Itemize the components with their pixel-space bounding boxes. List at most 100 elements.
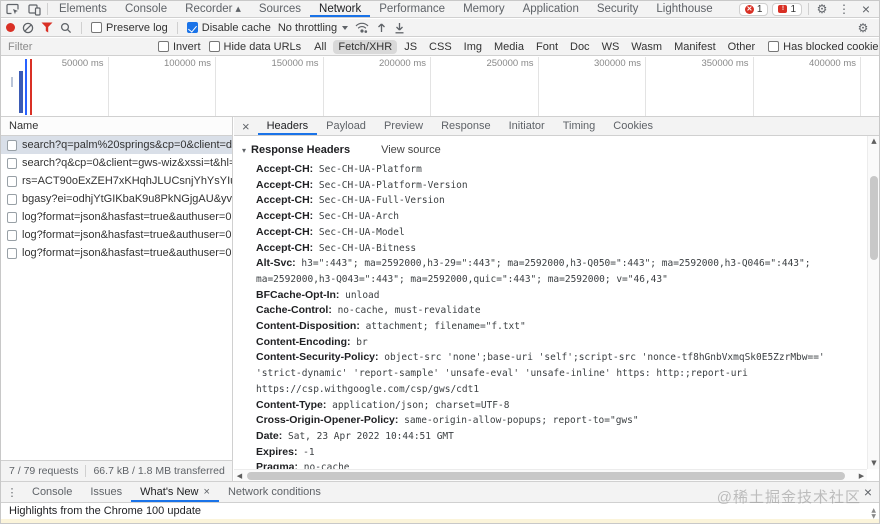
filter-type-all[interactable]: All: [309, 40, 331, 54]
filter-type-ws[interactable]: WS: [597, 40, 625, 54]
tab-elements[interactable]: Elements: [50, 1, 116, 17]
error-badge[interactable]: ✕ 1: [739, 3, 769, 16]
vertical-scrollbar-thumb[interactable]: [870, 176, 878, 260]
scroll-down-icon[interactable]: ▼: [868, 458, 880, 469]
issues-badge[interactable]: ! 1: [772, 3, 802, 16]
details-tab-payload[interactable]: Payload: [317, 117, 375, 135]
preserve-log-checkbox[interactable]: Preserve log: [91, 22, 168, 34]
details-tab-preview[interactable]: Preview: [375, 117, 432, 135]
filter-type-fetch-xhr[interactable]: Fetch/XHR: [333, 40, 397, 54]
timeline-tick: 100000 ms: [109, 57, 217, 116]
tab-application[interactable]: Application: [514, 1, 588, 17]
tab-label: Performance: [379, 3, 445, 15]
error-icon: ✕: [745, 5, 754, 14]
table-row[interactable]: search?q&cp=0&client=gws-wiz&xssi=t&hl=e…: [1, 154, 232, 172]
details-tab-response[interactable]: Response: [432, 117, 500, 135]
kebab-menu-icon[interactable]: ⋮: [833, 1, 855, 17]
disable-cache-checkbox[interactable]: Disable cache: [187, 22, 271, 34]
tab-sources[interactable]: Sources: [250, 1, 310, 17]
header-value: attachment; filename="f.txt": [366, 321, 526, 332]
header-name: Content-Disposition:: [256, 320, 360, 332]
header-name: Accept-CH:: [256, 163, 313, 175]
drawer-tab-issues[interactable]: Issues: [81, 482, 131, 502]
issues-icon: !: [778, 5, 787, 13]
drawer-tab-what-s-new[interactable]: What's New×: [131, 482, 219, 502]
timeline-tick: 200000 ms: [324, 57, 432, 116]
timeline-tick: 400000 ms: [754, 57, 862, 116]
filter-type-media[interactable]: Media: [489, 40, 529, 54]
header-name: Date:: [256, 430, 282, 442]
network-conditions-icon[interactable]: [355, 22, 369, 34]
close-devtools-icon[interactable]: ×: [855, 1, 877, 17]
import-har-icon[interactable]: [376, 22, 387, 34]
collapse-triangle-icon[interactable]: ▾: [242, 146, 246, 155]
table-row[interactable]: log?format=json&hasfast=true&authuser=0: [1, 208, 232, 226]
close-details-icon[interactable]: ×: [234, 119, 258, 134]
record-network-log-icon[interactable]: [6, 23, 15, 32]
dom-content-loaded-marker: [25, 59, 27, 115]
horizontal-scrollbar[interactable]: ◀ ▶: [234, 469, 867, 481]
filter-type-manifest[interactable]: Manifest: [669, 40, 721, 54]
export-har-icon[interactable]: [394, 22, 405, 34]
name-column-header[interactable]: Name: [1, 117, 232, 136]
response-header-row: Accept-CH: Sec-CH-UA-Model: [256, 225, 861, 241]
filter-type-other[interactable]: Other: [723, 40, 761, 54]
request-name: rs=ACT90oExZEH7xKHqhJLUCsnjYhYsYIuJw: [22, 175, 232, 187]
table-row[interactable]: search?q=palm%20springs&cp=0&client=desk…: [1, 136, 232, 154]
filter-type-wasm[interactable]: Wasm: [626, 40, 667, 54]
tab-label: Network: [319, 3, 361, 15]
tab-performance[interactable]: Performance: [370, 1, 454, 17]
header-value: Sec-CH-UA-Platform-Version: [319, 180, 468, 191]
table-row[interactable]: rs=ACT90oExZEH7xKHqhJLUCsnjYhYsYIuJw: [1, 172, 232, 190]
hide-data-urls-checkbox[interactable]: Hide data URLs: [209, 41, 302, 53]
filter-type-img[interactable]: Img: [459, 40, 487, 54]
response-header-row: Content-Disposition: attachment; filenam…: [256, 319, 861, 335]
close-drawer-icon[interactable]: ×: [857, 482, 879, 502]
drawer-kebab-menu-icon[interactable]: ⋮: [1, 482, 23, 502]
has-blocked-cookies-checkbox[interactable]: Has blocked cookies: [768, 41, 880, 53]
throttling-select[interactable]: No throttling: [278, 22, 348, 34]
settings-gear-icon[interactable]: ⚙: [811, 1, 833, 17]
filter-type-font[interactable]: Font: [531, 40, 563, 54]
drawer-tab-console[interactable]: Console: [23, 482, 81, 502]
filter-funnel-icon[interactable]: [41, 22, 53, 33]
filter-type-js[interactable]: JS: [399, 40, 422, 54]
vertical-scrollbar[interactable]: ▲ ▼: [867, 136, 879, 469]
network-overview-timeline[interactable]: 50000 ms100000 ms150000 ms200000 ms25000…: [1, 57, 879, 117]
details-tab-timing[interactable]: Timing: [554, 117, 605, 135]
tab-lighthouse[interactable]: Lighthouse: [647, 1, 721, 17]
invert-checkbox[interactable]: Invert: [158, 41, 201, 53]
close-tab-icon[interactable]: ×: [204, 486, 210, 498]
filter-type-css[interactable]: CSS: [424, 40, 457, 54]
tab-network[interactable]: Network: [310, 1, 370, 17]
checkbox-unchecked: [91, 22, 102, 33]
drawer-tab-network-conditions[interactable]: Network conditions: [219, 482, 330, 502]
tab-memory[interactable]: Memory: [454, 1, 514, 17]
tab-security[interactable]: Security: [588, 1, 648, 17]
tab-recorder[interactable]: Recorder▲: [176, 1, 250, 17]
network-settings-gear-icon[interactable]: ⚙: [852, 19, 874, 36]
request-name: bgasy?ei=odhjYtGIKbaK9u8PkNGjgAU&yv=3&as…: [22, 193, 232, 205]
filter-type-doc[interactable]: Doc: [565, 40, 595, 54]
scroll-up-icon[interactable]: ▲: [868, 136, 880, 147]
table-row[interactable]: bgasy?ei=odhjYtGIKbaK9u8PkNGjgAU&yv=3&as…: [1, 190, 232, 208]
header-name: Cache-Control:: [256, 304, 332, 316]
details-tab-cookies[interactable]: Cookies: [604, 117, 662, 135]
timeline-tick: 250000 ms: [431, 57, 539, 116]
view-source-link[interactable]: View source: [381, 144, 441, 156]
table-row[interactable]: log?format=json&hasfast=true&authuser=0: [1, 226, 232, 244]
device-toolbar-icon[interactable]: [23, 1, 45, 17]
horizontal-scrollbar-thumb[interactable]: [247, 472, 845, 480]
table-row[interactable]: log?format=json&hasfast=true&authuser=0: [1, 244, 232, 262]
details-tab-initiator[interactable]: Initiator: [500, 117, 554, 135]
clear-network-log-icon[interactable]: [22, 22, 34, 34]
header-value: Sec-CH-UA-Full-Version: [319, 195, 445, 206]
drawer-tab-label: Network conditions: [228, 486, 321, 498]
timeline-tick: 150000 ms: [216, 57, 324, 116]
details-tab-headers[interactable]: Headers: [258, 117, 318, 135]
tab-console[interactable]: Console: [116, 1, 176, 17]
search-icon[interactable]: [60, 22, 72, 34]
inspect-element-icon[interactable]: [1, 1, 23, 17]
filter-input[interactable]: [8, 41, 150, 53]
response-header-row: Date: Sat, 23 Apr 2022 10:44:51 GMT: [256, 429, 861, 445]
